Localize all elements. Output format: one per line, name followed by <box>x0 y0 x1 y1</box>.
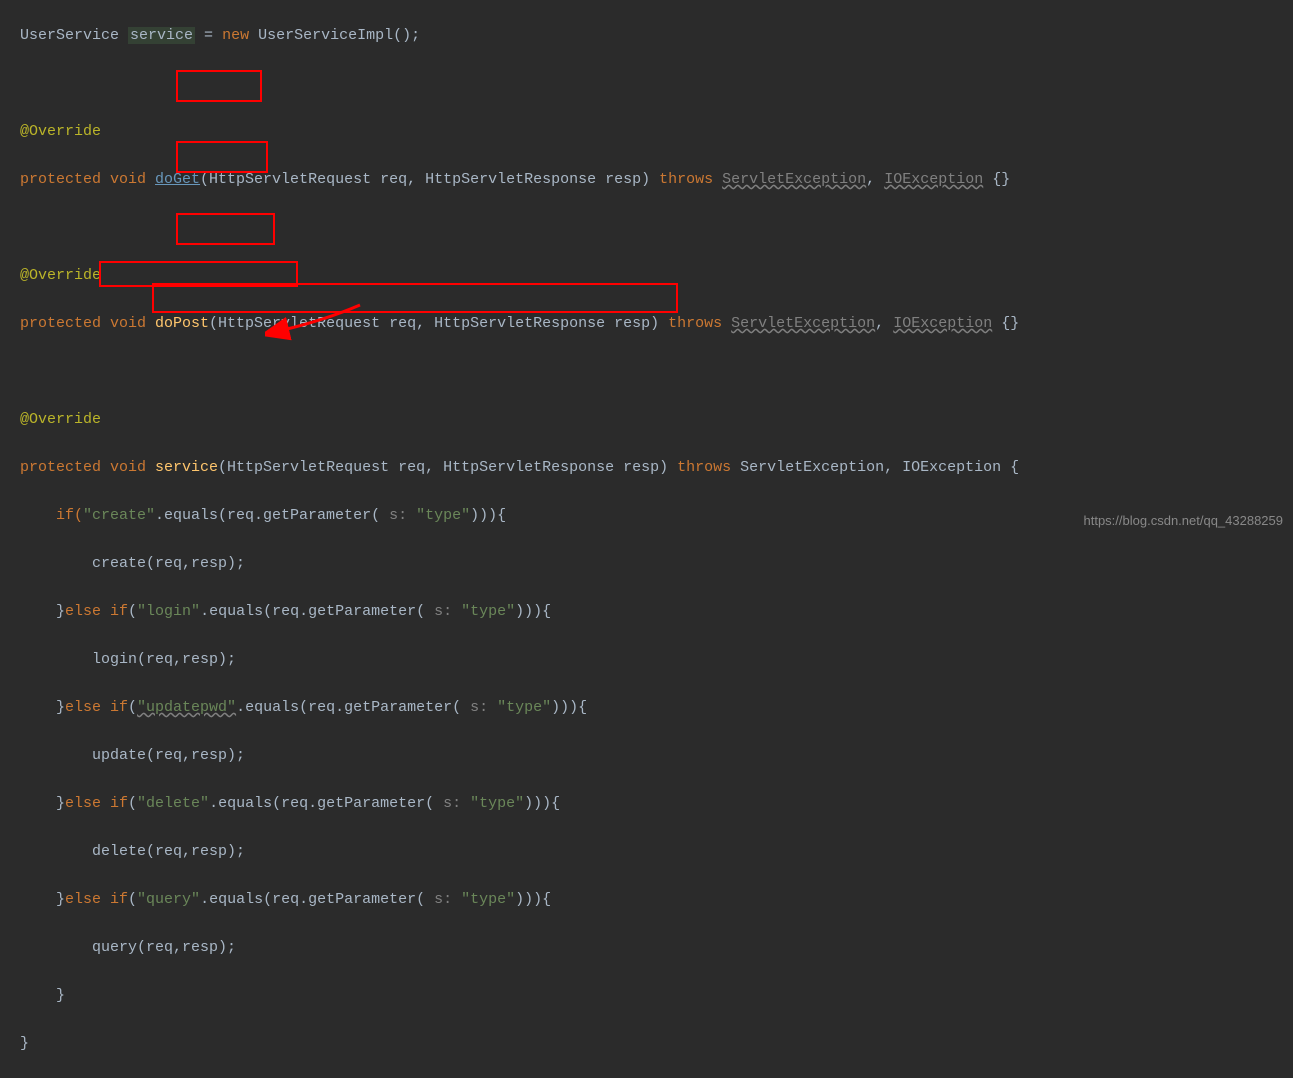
code-line: @Override <box>20 264 1293 288</box>
code-line: login(req,resp); <box>20 648 1293 672</box>
code-line: delete(req,resp); <box>20 840 1293 864</box>
code-line: protected void service(HttpServletReques… <box>20 456 1293 480</box>
code-line: UserService service = new UserServiceImp… <box>20 24 1293 48</box>
code-line: }else if("updatepwd".equals(req.getParam… <box>20 696 1293 720</box>
method-doget[interactable]: doGet <box>155 171 200 188</box>
code-editor[interactable]: UserService service = new UserServiceImp… <box>0 0 1293 1078</box>
code-line: }else if("login".equals(req.getParameter… <box>20 600 1293 624</box>
code-line: } <box>20 984 1293 1008</box>
param-hint: s: <box>434 603 461 620</box>
method-service[interactable]: service <box>155 459 218 476</box>
blank-line <box>20 360 1293 384</box>
code-line: query(req,resp); <box>20 936 1293 960</box>
code-line: protected void doGet(HttpServletRequest … <box>20 168 1293 192</box>
code-line: create(req,resp); <box>20 552 1293 576</box>
code-line: }else if("delete".equals(req.getParamete… <box>20 792 1293 816</box>
code-line: protected void doPost(HttpServletRequest… <box>20 312 1293 336</box>
annotation-override: @Override <box>20 267 101 284</box>
code-line: @Override <box>20 408 1293 432</box>
blank-line <box>20 216 1293 240</box>
blank-line <box>20 72 1293 96</box>
code-line: }else if("query".equals(req.getParameter… <box>20 888 1293 912</box>
code-line: } <box>20 1032 1293 1056</box>
variable-service: service <box>128 27 195 44</box>
param-hint: s: <box>443 795 470 812</box>
param-hint: s: <box>470 699 497 716</box>
annotation-override: @Override <box>20 411 101 428</box>
code-line: update(req,resp); <box>20 744 1293 768</box>
watermark: https://blog.csdn.net/qq_43288259 <box>1084 509 1284 533</box>
method-dopost[interactable]: doPost <box>155 315 209 332</box>
code-line: @Override <box>20 120 1293 144</box>
param-hint: s: <box>434 891 461 908</box>
annotation-override: @Override <box>20 123 101 140</box>
param-hint: s: <box>389 507 416 524</box>
